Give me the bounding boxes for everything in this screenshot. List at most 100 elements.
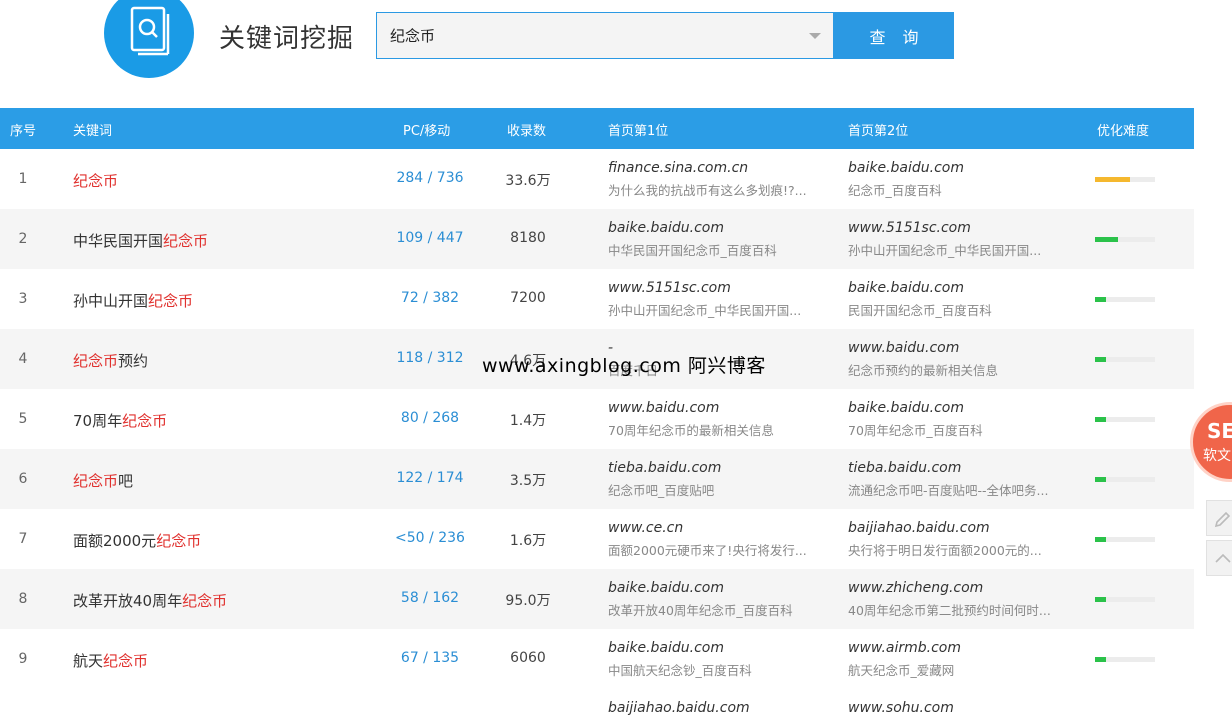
rank1-cell[interactable]: www.baidu.com 70周年纪念币的最新相关信息 — [608, 400, 834, 439]
keyword-link[interactable]: 孙中山开国纪念币 — [73, 290, 193, 311]
rank2-title[interactable]: 民国开国纪念币_百度百科 — [848, 300, 1074, 319]
pc-mobile-index[interactable]: 118 / 312 — [370, 350, 490, 366]
rank1-cell[interactable]: www.5151sc.com 孙中山开国纪念币_中华民国开国... — [608, 280, 834, 319]
rank2-domain[interactable]: www.airmb.com — [848, 640, 1074, 656]
pc-mobile-index[interactable]: 67 / 135 — [370, 650, 490, 666]
rank2-title[interactable]: 纪念币预约的最新相关信息 — [848, 360, 1074, 379]
search-box[interactable] — [376, 12, 834, 59]
keyword-link[interactable]: 航天纪念币 — [73, 650, 148, 671]
rank2-domain[interactable]: www.zhicheng.com — [848, 580, 1074, 596]
rank1-domain[interactable]: www.ce.cn — [608, 520, 834, 536]
rank2-title[interactable]: 70周年纪念币_百度百科 — [848, 420, 1074, 439]
rank2-cell[interactable]: tieba.baidu.com 流通纪念币吧-百度贴吧--全体吧务... — [848, 460, 1074, 499]
difficulty-bar-fill — [1095, 477, 1106, 482]
rank1-cell[interactable]: baike.baidu.com 中华民国开国纪念币_百度百科 — [608, 220, 834, 259]
rank1-title[interactable]: 改革开放40周年纪念币_百度百科 — [608, 600, 834, 619]
keyword-prefix: 航天 — [73, 652, 104, 670]
rank2-title[interactable]: 孙中山开国纪念币_中华民国开国... — [848, 240, 1074, 259]
rank1-title[interactable]: 中华民国开国纪念币_百度百科 — [608, 240, 834, 259]
chevron-down-icon[interactable] — [809, 33, 821, 39]
pc-mobile-index[interactable]: 109 / 447 — [370, 230, 490, 246]
pencil-icon — [1214, 511, 1231, 528]
rank1-title[interactable]: 中国航天纪念钞_百度百科 — [608, 660, 834, 679]
rank1-title[interactable]: 纪念币吧_百度贴吧 — [608, 480, 834, 499]
rank2-title[interactable]: 流通纪念币吧-百度贴吧--全体吧务... — [848, 480, 1074, 499]
rank2-domain[interactable]: baike.baidu.com — [848, 400, 1074, 416]
rank2-cell[interactable]: baijiahao.baidu.com 央行将于明日发行面额2000元的... — [848, 520, 1074, 559]
rank1-domain[interactable]: baike.baidu.com — [608, 220, 834, 236]
rank1-title[interactable]: 孙中山开国纪念币_中华民国开国... — [608, 300, 834, 319]
rank1-cell[interactable]: www.ce.cn 面额2000元硬币来了!央行将发行... — [608, 520, 834, 559]
pc-mobile-index[interactable]: 284 / 736 — [370, 170, 490, 186]
keyword-highlight: 纪念币 — [73, 472, 119, 490]
col-pc-mobile[interactable]: PC/移动 — [403, 120, 450, 139]
difficulty-bar-fill — [1095, 177, 1130, 182]
rank1-title[interactable]: 70周年纪念币的最新相关信息 — [608, 420, 834, 439]
seo-badge[interactable]: SE 软文 — [1190, 402, 1232, 482]
table-row: 3 孙中山开国纪念币 72 / 382 7200 www.5151sc.com 孙中山开国… — [0, 269, 1194, 329]
col-index: 序号 — [10, 124, 37, 139]
rank1-domain[interactable]: www.baidu.com — [608, 400, 834, 416]
rank2-cell[interactable]: www.baidu.com 纪念币预约的最新相关信息 — [848, 340, 1074, 379]
keyword-link[interactable]: 改革开放40周年纪念币 — [73, 590, 227, 611]
rank2-domain[interactable]: www.5151sc.com — [848, 220, 1074, 236]
keyword-link[interactable]: 70周年纪念币 — [73, 410, 167, 431]
rank2-domain[interactable]: baike.baidu.com — [848, 280, 1074, 296]
rank2-title[interactable]: 央行将于明日发行面额2000元的... — [848, 540, 1074, 559]
difficulty-bar — [1095, 477, 1155, 482]
col-indexed[interactable]: 收录数 — [507, 120, 546, 139]
rank2-domain[interactable]: baijiahao.baidu.com — [848, 520, 1074, 536]
pc-mobile-index[interactable]: <50 / 236 — [370, 530, 490, 546]
pc-mobile-index[interactable]: 72 / 382 — [370, 290, 490, 306]
col-difficulty[interactable]: 优化难度 — [1097, 120, 1149, 139]
rank2-cell[interactable]: www.zhicheng.com 40周年纪念币第二批预约时间何时... — [848, 580, 1074, 619]
difficulty-bar-fill — [1095, 417, 1106, 422]
search-button[interactable]: 查 询 — [834, 12, 954, 59]
search-document-icon — [130, 6, 170, 56]
keyword-link[interactable]: 面额2000元纪念币 — [73, 530, 201, 551]
keyword-highlight: 纪念币 — [73, 352, 119, 370]
rank1-domain[interactable]: baijiahao.baidu.com — [608, 700, 750, 716]
keyword-link[interactable]: 中华民国开国纪念币 — [73, 230, 208, 251]
keyword-link[interactable]: 纪念币吧 — [73, 470, 133, 491]
rank2-title[interactable]: 纪念币_百度百科 — [848, 180, 1074, 199]
rank1-domain[interactable]: www.5151sc.com — [608, 280, 834, 296]
rank2-cell[interactable]: baike.baidu.com 70周年纪念币_百度百科 — [848, 400, 1074, 439]
table-row: 1 纪念币 284 / 736 33.6万 finance.sina.com.cn 为什么… — [0, 149, 1194, 209]
rank1-domain[interactable]: baike.baidu.com — [608, 640, 834, 656]
pc-mobile-index[interactable]: 122 / 174 — [370, 470, 490, 486]
rank2-cell[interactable]: www.airmb.com 航天纪念币_爱藏网 — [848, 640, 1074, 679]
rank1-cell[interactable]: baike.baidu.com 中国航天纪念钞_百度百科 — [608, 640, 834, 679]
difficulty-bar-fill — [1095, 357, 1106, 362]
rank1-title[interactable]: 面额2000元硬币来了!央行将发行... — [608, 540, 834, 559]
rank1-cell[interactable]: baike.baidu.com 改革开放40周年纪念币_百度百科 — [608, 580, 834, 619]
rank2-domain[interactable]: tieba.baidu.com — [848, 460, 1074, 476]
rank1-domain[interactable]: tieba.baidu.com — [608, 460, 834, 476]
rank2-title[interactable]: 40周年纪念币第二批预约时间何时... — [848, 600, 1074, 619]
rank2-cell[interactable]: www.5151sc.com 孙中山开国纪念币_中华民国开国... — [848, 220, 1074, 259]
keyword-link[interactable]: 纪念币 — [73, 170, 118, 191]
table-row: 7 面额2000元纪念币 <50 / 236 1.6万 www.ce.cn 面额2000元… — [0, 509, 1194, 569]
rank2-title[interactable]: 航天纪念币_爱藏网 — [848, 660, 1074, 679]
edit-button[interactable] — [1206, 500, 1232, 536]
table-body: 1 纪念币 284 / 736 33.6万 finance.sina.com.cn 为什么… — [0, 149, 1194, 689]
keyword-link[interactable]: 纪念币预约 — [73, 350, 148, 371]
rank1-title[interactable]: 为什么我的抗战币有这么多划痕!?... — [608, 180, 834, 199]
row-index: 4 — [18, 351, 28, 367]
rank2-cell[interactable]: baike.baidu.com 民国开国纪念币_百度百科 — [848, 280, 1074, 319]
search-input[interactable] — [377, 13, 797, 58]
col-rank2: 首页第2位 — [848, 124, 909, 139]
pc-mobile-index[interactable]: 58 / 162 — [370, 590, 490, 606]
pc-mobile-index[interactable]: 80 / 268 — [370, 410, 490, 426]
rank2-domain[interactable]: baike.baidu.com — [848, 160, 1074, 176]
rank2-cell[interactable]: baike.baidu.com 纪念币_百度百科 — [848, 160, 1074, 199]
rank2-domain[interactable]: www.baidu.com — [848, 340, 1074, 356]
rank2-domain[interactable]: www.sohu.com — [848, 700, 954, 716]
back-to-top-button[interactable] — [1206, 540, 1232, 576]
rank1-cell[interactable]: finance.sina.com.cn 为什么我的抗战币有这么多划痕!?... — [608, 160, 834, 199]
rank1-domain[interactable]: finance.sina.com.cn — [608, 160, 834, 176]
rank1-domain[interactable]: baike.baidu.com — [608, 580, 834, 596]
rank1-cell[interactable]: tieba.baidu.com 纪念币吧_百度贴吧 — [608, 460, 834, 499]
indexed-count: 7200 — [510, 290, 546, 306]
difficulty-bar-fill — [1095, 657, 1106, 662]
